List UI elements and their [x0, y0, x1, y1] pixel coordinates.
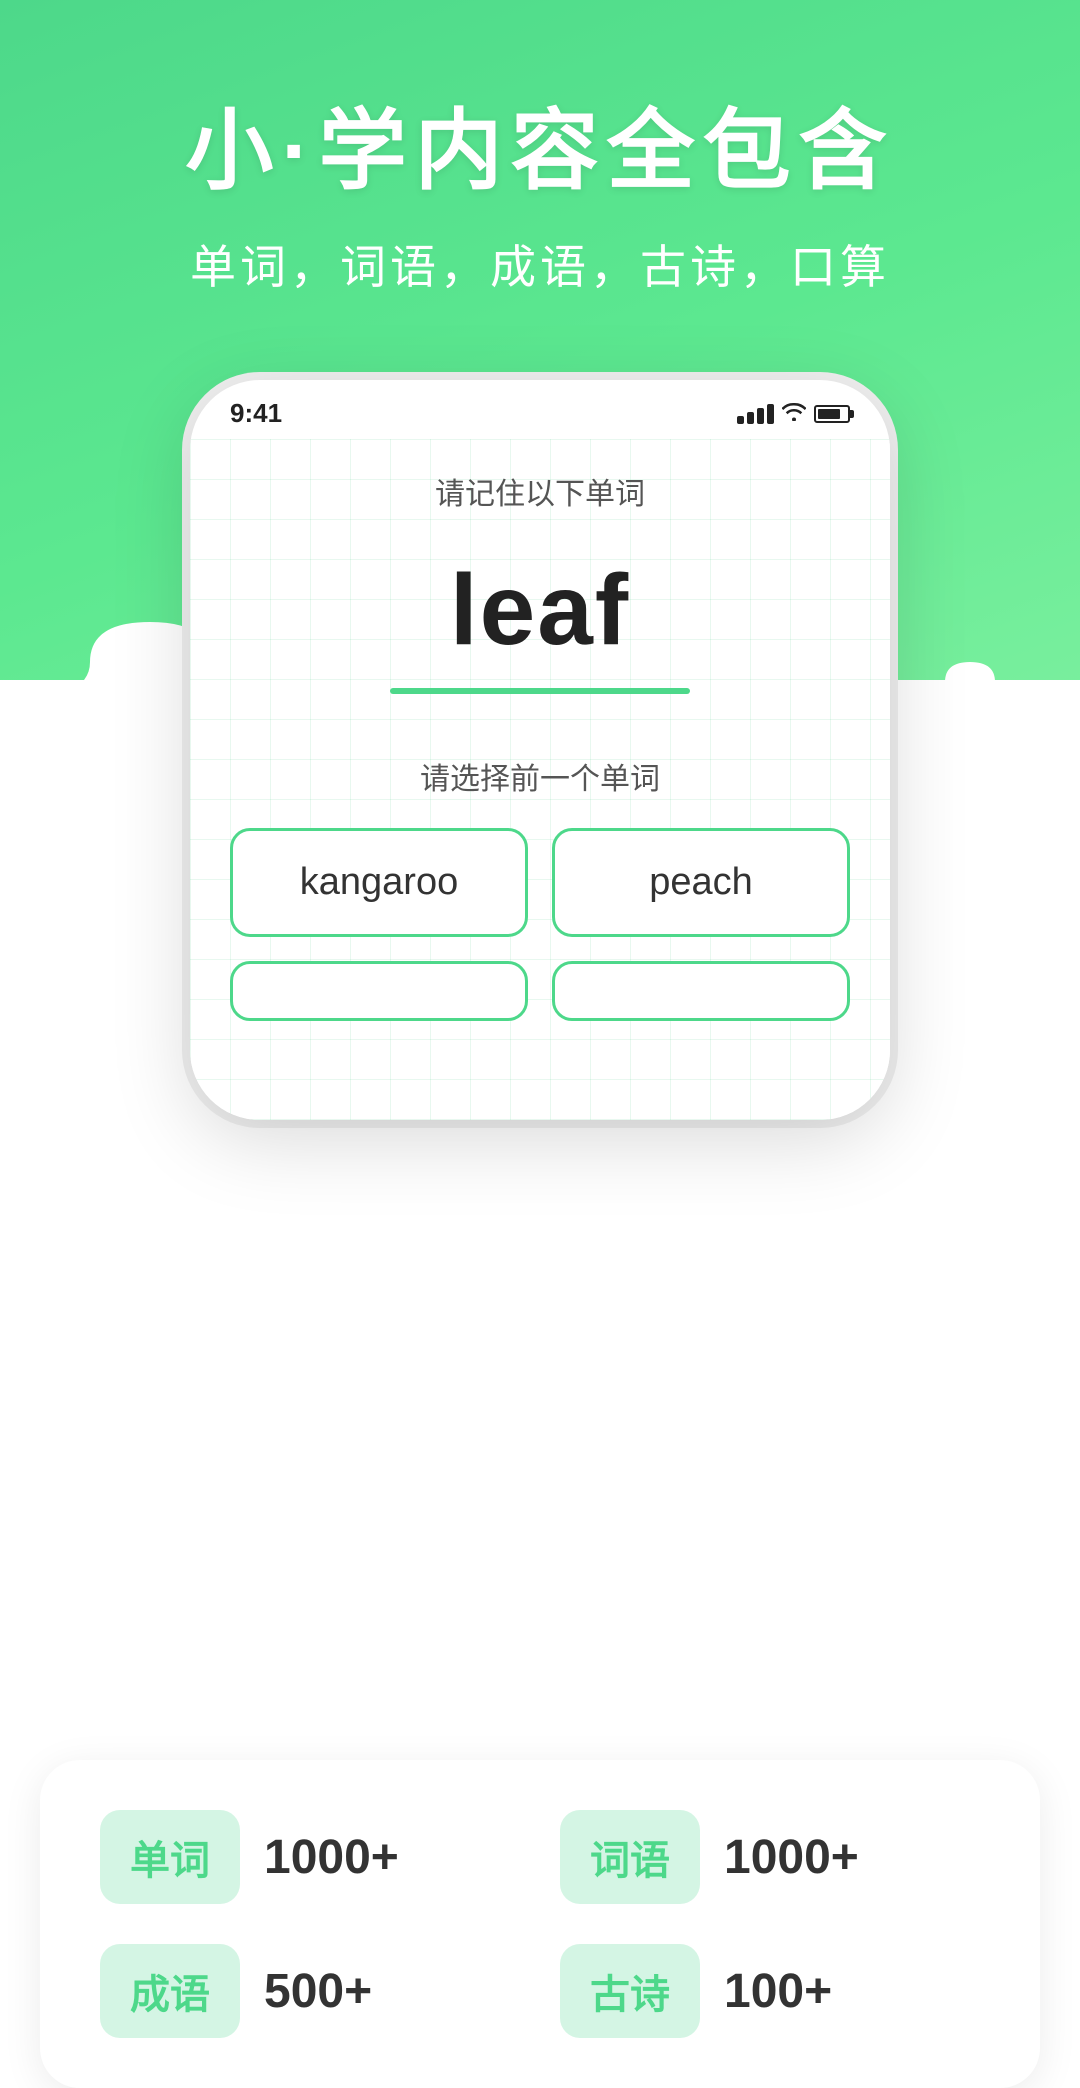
word-display: leaf	[450, 553, 630, 668]
stat-row-2: 词语 1000+	[560, 1810, 980, 1904]
stat-count-idioms: 500+	[264, 1964, 372, 2019]
stat-tag-poems: 古诗	[560, 1944, 700, 2038]
stat-row-1: 单词 1000+	[100, 1810, 520, 1904]
stat-tag-words: 单词	[100, 1810, 240, 1904]
answer-option-2[interactable]: peach	[552, 828, 850, 937]
subtitle: 单词，词语，成语，古诗，口算	[190, 231, 890, 297]
answer-option-4[interactable]	[552, 961, 850, 1021]
main-title: 小·学内容全包含	[185, 80, 894, 207]
phone-content: 请记住以下单词 leaf 请选择前一个单词 kangaroo peach	[190, 439, 890, 1120]
stat-row-3: 成语 500+	[100, 1944, 520, 2038]
instruction-text: 请记住以下单词	[435, 469, 645, 513]
phone-inner: 请记住以下单词 leaf 请选择前一个单词 kangaroo peach	[190, 439, 890, 1041]
answer-option-1[interactable]: kangaroo	[230, 828, 528, 937]
stat-count-phrases: 1000+	[724, 1830, 859, 1885]
status-time: 9:41	[230, 398, 282, 429]
stats-card: 单词 1000+ 词语 1000+ 成语 500+ 古诗 100+	[40, 1760, 1040, 2088]
phone-mockup: 9:41 请记住以下单	[190, 380, 890, 1120]
stat-row-4: 古诗 100+	[560, 1944, 980, 2038]
stat-count-poems: 100+	[724, 1964, 832, 2019]
battery-icon	[814, 405, 850, 423]
status-right-icons	[737, 401, 850, 427]
phone-mockup-container: 9:41 请记住以下单	[190, 380, 890, 1120]
answer-buttons: kangaroo peach	[230, 828, 850, 1021]
stat-count-words: 1000+	[264, 1830, 399, 1885]
stat-tag-phrases: 词语	[560, 1810, 700, 1904]
signal-icon	[737, 404, 774, 424]
stat-tag-idioms: 成语	[100, 1944, 240, 2038]
wifi-icon	[782, 401, 806, 427]
status-bar: 9:41	[190, 380, 890, 439]
answer-option-3[interactable]	[230, 961, 528, 1021]
choose-prompt: 请选择前一个单词	[420, 754, 660, 798]
word-underline	[390, 688, 690, 694]
stats-section: 单词 1000+ 词语 1000+ 成语 500+ 古诗 100+	[0, 1340, 1080, 1920]
